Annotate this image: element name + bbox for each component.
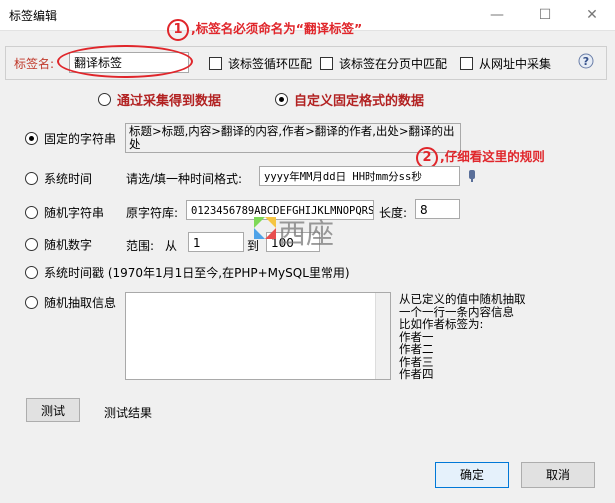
annotation-1-number: 1: [167, 18, 189, 41]
url-collect-checkbox[interactable]: 从网址中采集: [460, 55, 551, 72]
test-result-label: 测试结果: [104, 406, 153, 420]
random-info-label: 随机抽取信息: [44, 296, 117, 310]
fixed-string-dot[interactable]: [25, 132, 38, 145]
source-collect-label: 通过采集得到数据: [117, 94, 222, 109]
timestamp-radio[interactable]: 系统时间戳 (1970年1月1日至今,在PHP+MySQL里常用): [25, 264, 350, 281]
random-info-radio[interactable]: 随机抽取信息: [25, 294, 116, 311]
random-info-textarea[interactable]: [125, 292, 391, 380]
ok-button[interactable]: 确定: [435, 462, 509, 488]
timestamp-label: 系统时间戳 (1970年1月1日至今,在PHP+MySQL里常用): [44, 266, 350, 280]
fixed-string-textarea[interactable]: 标题>标题,内容>翻译的内容,作者>翻译的作者,出处>翻译的出处: [125, 123, 461, 153]
format-picker-icon[interactable]: [467, 168, 477, 184]
loop-match-box[interactable]: [209, 57, 222, 70]
loop-match-checkbox[interactable]: 该标签循环匹配: [209, 55, 312, 72]
loop-match-label: 该标签循环匹配: [228, 57, 313, 71]
random-number-label: 随机数字: [44, 238, 93, 252]
annotation-1: 1 ,标签名必须命名为“翻译标签”: [167, 18, 362, 41]
help-line: 从已定义的值中随机抽取: [399, 292, 526, 306]
random-number-radio[interactable]: 随机数字: [25, 236, 92, 253]
test-button[interactable]: 测试: [26, 398, 80, 422]
svg-text:?: ?: [583, 55, 589, 68]
highlight-ellipse: [57, 45, 193, 78]
timestamp-dot[interactable]: [25, 266, 38, 279]
window-title: 标签编辑: [9, 9, 58, 23]
help-icon[interactable]: ?: [578, 53, 594, 69]
fixed-string-radio[interactable]: 固定的字符串: [25, 130, 116, 147]
random-number-dot[interactable]: [25, 238, 38, 251]
random-string-label: 随机字符串: [44, 206, 105, 220]
page-match-box[interactable]: [320, 57, 333, 70]
length-label: 长度:: [379, 206, 408, 220]
minimize-icon[interactable]: —: [487, 5, 507, 25]
random-string-dot[interactable]: [25, 206, 38, 219]
page-match-label: 该标签在分页中匹配: [339, 57, 448, 71]
charset-label: 原字符库:: [126, 206, 179, 220]
range-from-input[interactable]: 1: [188, 232, 244, 252]
annotation-1-text: ,标签名必须命名为“翻译标签”: [191, 21, 363, 36]
system-time-radio[interactable]: 系统时间: [25, 170, 92, 187]
system-time-label: 系统时间: [44, 172, 93, 186]
source-custom-radio[interactable]: 自定义固定格式的数据: [275, 90, 424, 109]
watermark-logo-icon: [254, 217, 276, 239]
range-to-label: 到: [247, 239, 260, 253]
source-custom-label: 自定义固定格式的数据: [294, 94, 425, 109]
random-string-radio[interactable]: 随机字符串: [25, 204, 104, 221]
random-info-scrollbar[interactable]: [375, 293, 390, 379]
annotation-2-text: ,仔细看这里的规则: [440, 149, 545, 164]
watermark-text: 西座: [278, 217, 335, 250]
page-match-checkbox[interactable]: 该标签在分页中匹配: [320, 55, 447, 72]
help-line: 作者二: [399, 342, 434, 356]
source-custom-dot[interactable]: [275, 93, 288, 106]
tag-name-label: 标签名:: [14, 57, 55, 71]
help-line: 作者四: [399, 367, 434, 381]
url-collect-label: 从网址中采集: [479, 57, 552, 71]
range-label: 范围:: [126, 239, 155, 253]
maximize-icon[interactable]: ☐: [535, 5, 555, 25]
help-line: 比如作者标签为:: [399, 317, 484, 331]
range-from-label: 从: [165, 239, 178, 253]
length-input[interactable]: 8: [415, 199, 460, 219]
system-time-dot[interactable]: [25, 172, 38, 185]
time-format-prompt: 请选/填一种时间格式:: [126, 172, 243, 186]
time-format-input[interactable]: yyyy年MM月dd日 HH时mm分ss秒: [259, 166, 460, 186]
source-collect-radio[interactable]: 通过采集得到数据: [98, 90, 221, 109]
close-icon[interactable]: ✕: [582, 5, 602, 25]
cancel-button[interactable]: 取消: [521, 462, 595, 488]
random-info-help: 从已定义的值中随机抽取 一个一行一条内容信息 比如作者标签为: 作者一 作者二 …: [399, 293, 526, 381]
fixed-string-label: 固定的字符串: [44, 132, 117, 146]
url-collect-box[interactable]: [460, 57, 473, 70]
random-info-dot[interactable]: [25, 296, 38, 309]
source-collect-dot[interactable]: [98, 93, 111, 106]
